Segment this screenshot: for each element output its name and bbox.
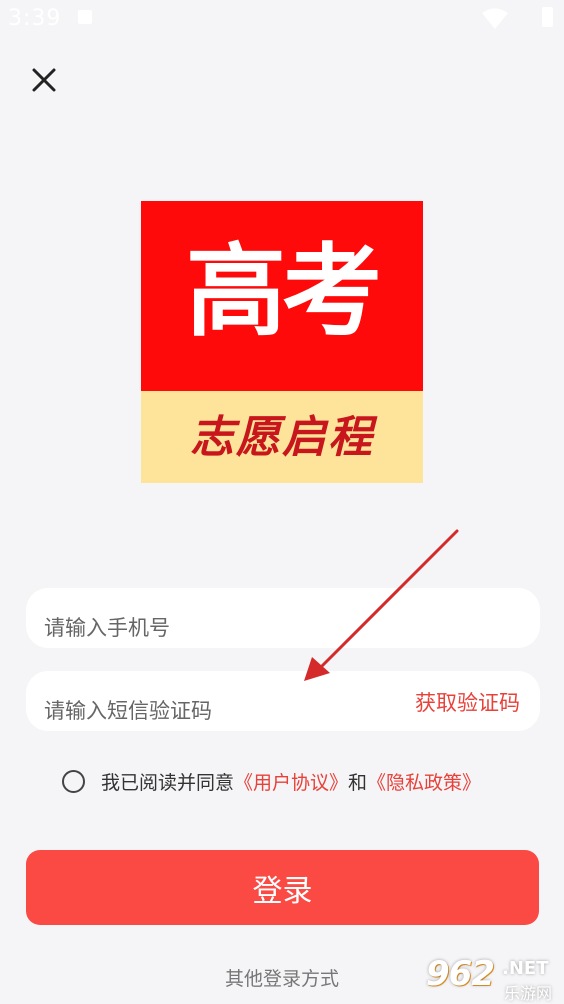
wifi-icon (482, 8, 508, 29)
watermark-logo: 962 (426, 954, 495, 994)
phone-input[interactable] (44, 608, 514, 648)
phone-field (26, 588, 540, 648)
watermark-net: .NET (502, 958, 549, 979)
logo-subtitle: 志愿启程 (190, 412, 374, 463)
app-logo: 高考 志愿启程 (141, 201, 423, 483)
login-button[interactable]: 登录 (26, 850, 539, 925)
agreement-row: 我已阅读并同意 《用户协议》 和 《隐私政策》 (62, 766, 481, 796)
close-icon (32, 68, 56, 92)
get-code-button[interactable]: 获取验证码 (415, 687, 520, 717)
privacy-policy-link[interactable]: 《隐私政策》 (367, 768, 481, 795)
watermark-cn: 乐游网 (504, 984, 553, 1003)
sms-code-field: 获取验证码 (26, 671, 540, 731)
status-time: 3:39 (8, 6, 62, 31)
close-button[interactable] (28, 64, 60, 96)
user-agreement-link[interactable]: 《用户协议》 (234, 768, 348, 795)
sms-code-input[interactable] (44, 691, 384, 731)
logo-title: 高考 (186, 233, 382, 350)
battery-icon (542, 7, 553, 27)
notification-icon (78, 10, 92, 24)
agree-checkbox[interactable] (62, 769, 85, 793)
logo-curve (141, 392, 423, 411)
site-watermark: 962 .NET 乐游网 (424, 952, 564, 1004)
agreement-conjunction: 和 (348, 771, 368, 794)
agreement-prefix: 我已阅读并同意 (101, 771, 235, 794)
status-bar: 3:39 (0, 0, 564, 36)
